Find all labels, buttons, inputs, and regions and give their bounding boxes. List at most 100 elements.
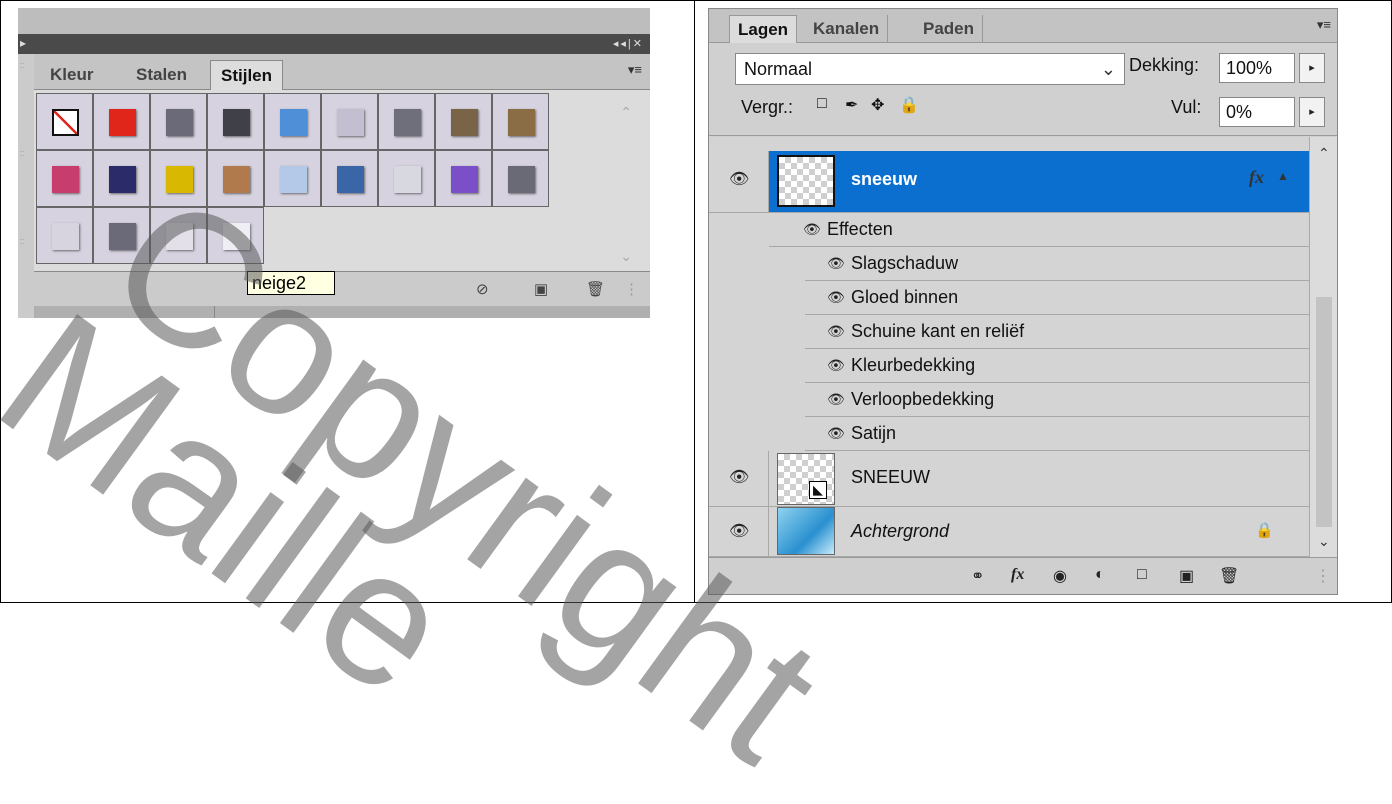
scroll-thumb[interactable] xyxy=(1316,297,1332,527)
adjustment-icon[interactable]: ◐ xyxy=(1095,566,1105,584)
eye-icon[interactable]: 👁 xyxy=(827,323,845,340)
style-swatch[interactable] xyxy=(378,150,435,207)
effect-row[interactable]: 👁 Gloed binnen xyxy=(805,281,1311,315)
effect-row[interactable]: 👁 Slagschaduw xyxy=(805,247,1311,281)
style-swatch[interactable] xyxy=(150,207,207,264)
visibility-column: 👁 xyxy=(709,507,769,556)
style-swatch[interactable] xyxy=(150,93,207,150)
fx-badge[interactable]: fx xyxy=(1249,167,1264,188)
eye-icon[interactable]: 👁 xyxy=(827,357,845,374)
collapse-close-icon[interactable]: ◂◂|✕ xyxy=(613,37,644,50)
fill-input[interactable]: 0% xyxy=(1219,97,1295,127)
clear-style-icon[interactable]: ⊘ xyxy=(476,280,489,298)
eye-icon[interactable]: 👁 xyxy=(729,169,749,189)
effect-name[interactable]: Schuine kant en reliëf xyxy=(851,321,1024,342)
swatch-preview xyxy=(52,109,79,136)
smart-object-icon: ◣ xyxy=(809,481,827,499)
style-swatch[interactable] xyxy=(150,150,207,207)
expand-effects-icon[interactable]: ▲ xyxy=(1277,169,1289,183)
opacity-input[interactable]: 100% xyxy=(1219,53,1295,83)
resize-grip-icon[interactable]: ⋮ xyxy=(624,280,639,298)
scroll-down-icon[interactable]: ⌄ xyxy=(620,248,632,265)
style-swatch[interactable] xyxy=(36,150,93,207)
eye-icon[interactable]: 👁 xyxy=(827,289,845,306)
style-swatch[interactable] xyxy=(492,150,549,207)
link-icon[interactable]: ⚭ xyxy=(971,566,984,586)
effect-name[interactable]: Gloed binnen xyxy=(851,287,958,308)
panel-title-bar[interactable]: ▸ ◂◂|✕ xyxy=(18,34,650,54)
panel-menu-icon[interactable]: ▾≡ xyxy=(1317,17,1331,33)
layer-thumbnail[interactable] xyxy=(777,155,835,207)
effect-name[interactable]: Verloopbedekking xyxy=(851,389,994,410)
style-swatch[interactable] xyxy=(93,207,150,264)
effect-row[interactable]: 👁 Satijn xyxy=(805,417,1311,451)
style-swatch[interactable] xyxy=(321,150,378,207)
mask-icon[interactable]: ◉ xyxy=(1053,566,1067,586)
resize-grip-icon[interactable]: ⋮ xyxy=(1315,566,1331,586)
style-swatch[interactable] xyxy=(207,207,264,264)
layers-scrollbar[interactable]: ⌃ ⌄ xyxy=(1309,137,1337,557)
lock-transparent-icon[interactable]: □ xyxy=(817,95,827,113)
effect-row[interactable]: 👁 Verloopbedekking xyxy=(805,383,1311,417)
new-layer-icon[interactable]: ▣ xyxy=(1179,566,1194,586)
lock-all-icon[interactable]: 🔒 xyxy=(899,95,919,115)
panel-bottom-bar: ⊘ ▣ 🗑 ⋮ xyxy=(34,272,650,306)
tab-stalen[interactable]: Stalen xyxy=(126,60,197,90)
style-swatch[interactable] xyxy=(321,93,378,150)
scroll-down-icon[interactable]: ⌄ xyxy=(1318,533,1330,550)
style-swatch[interactable] xyxy=(207,93,264,150)
fx-icon[interactable]: fx xyxy=(1011,566,1024,584)
delete-icon[interactable]: 🗑 xyxy=(586,280,605,298)
tab-kanalen[interactable]: Kanalen xyxy=(805,15,889,43)
layers-panel: Lagen Kanalen Paden ▾≡ Normaal ⌄ Dekking… xyxy=(708,8,1338,595)
eye-icon[interactable]: 👁 xyxy=(803,221,821,238)
eye-icon[interactable]: 👁 xyxy=(827,391,845,408)
grip-icon: :: xyxy=(20,148,26,158)
scroll-up-icon[interactable]: ⌃ xyxy=(620,104,632,121)
panel-menu-icon[interactable]: ▾≡ xyxy=(628,62,642,78)
eye-icon[interactable]: 👁 xyxy=(827,255,845,272)
effects-header-row[interactable]: 👁 Effecten xyxy=(769,213,1311,247)
lock-position-icon[interactable]: ✥ xyxy=(871,95,884,115)
style-swatch[interactable] xyxy=(492,93,549,150)
scroll-up-icon[interactable]: ⌃ xyxy=(1318,145,1330,162)
effect-row[interactable]: 👁 Kleurbedekking xyxy=(805,349,1311,383)
style-swatch[interactable] xyxy=(93,150,150,207)
lock-image-icon[interactable]: ✒ xyxy=(845,95,858,115)
effect-name[interactable]: Kleurbedekking xyxy=(851,355,975,376)
layer-name[interactable]: SNEEUW xyxy=(851,467,930,488)
eye-icon[interactable]: 👁 xyxy=(729,521,749,541)
style-swatch[interactable] xyxy=(435,93,492,150)
style-swatch[interactable] xyxy=(36,207,93,264)
eye-icon[interactable]: 👁 xyxy=(729,467,749,487)
layer-row-sneeuw[interactable]: 👁 sneeuw fx ▲ xyxy=(709,151,1311,213)
layer-thumbnail[interactable] xyxy=(777,507,835,555)
effect-name[interactable]: Slagschaduw xyxy=(851,253,958,274)
effect-row[interactable]: 👁 Schuine kant en reliëf xyxy=(805,315,1311,349)
eye-icon[interactable]: 👁 xyxy=(827,425,845,442)
style-swatch[interactable] xyxy=(435,150,492,207)
layer-row-sneeuw-upper[interactable]: 👁 ◣ SNEEUW xyxy=(709,451,1311,507)
tab-lagen[interactable]: Lagen xyxy=(729,15,798,43)
new-style-icon[interactable]: ▣ xyxy=(534,280,548,298)
style-swatch[interactable] xyxy=(378,93,435,150)
layer-row-achtergrond[interactable]: 👁 Achtergrond 🔒 xyxy=(709,507,1311,557)
style-swatch[interactable] xyxy=(264,150,321,207)
delete-icon[interactable]: 🗑 xyxy=(1219,566,1239,586)
blend-mode-select[interactable]: Normaal ⌄ xyxy=(735,53,1125,85)
tab-kleur[interactable]: Kleur xyxy=(40,60,103,90)
group-icon[interactable]: □ xyxy=(1137,566,1147,584)
opacity-slider-button[interactable]: ▸ xyxy=(1299,53,1325,83)
tab-stijlen[interactable]: Stijlen xyxy=(210,60,284,90)
lock-label: Vergr.: xyxy=(741,97,794,117)
expand-arrow-icon[interactable]: ▸ xyxy=(20,36,26,50)
effect-name[interactable]: Satijn xyxy=(851,423,896,444)
style-swatch[interactable] xyxy=(264,93,321,150)
layer-name[interactable]: sneeuw xyxy=(851,169,917,190)
tab-paden[interactable]: Paden xyxy=(915,15,984,43)
style-swatch[interactable] xyxy=(207,150,264,207)
layer-name[interactable]: Achtergrond xyxy=(851,521,949,542)
fill-slider-button[interactable]: ▸ xyxy=(1299,97,1325,127)
style-swatch[interactable] xyxy=(93,93,150,150)
style-swatch-none[interactable] xyxy=(36,93,93,150)
